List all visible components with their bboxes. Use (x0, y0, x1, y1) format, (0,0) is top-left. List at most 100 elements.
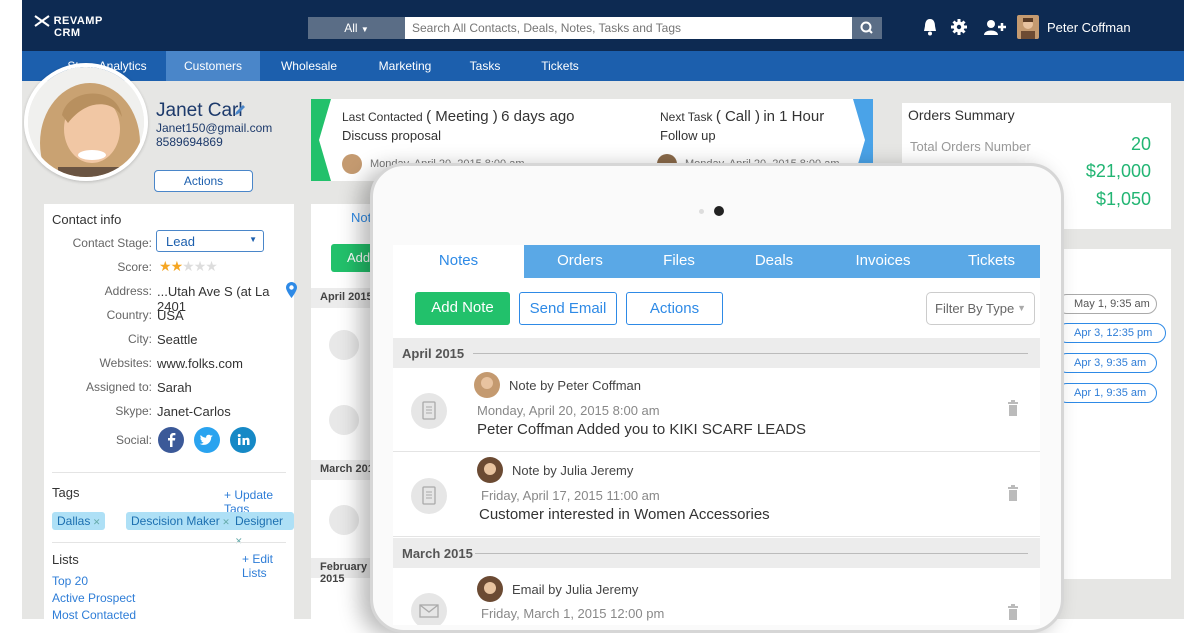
list-item[interactable]: Note by Peter Coffman Monday, April 20, … (393, 368, 1040, 452)
star-icon[interactable]: ★ (159, 258, 172, 274)
remove-tag-icon[interactable]: ✕ (220, 517, 230, 527)
last-contacted-label: Last Contacted (342, 110, 423, 124)
note-author: Note by Peter Coffman (509, 378, 641, 393)
app-logo[interactable]: REVAMP CRM (34, 14, 103, 39)
task-date-pill[interactable]: Apr 3, 12:35 pm (1057, 323, 1166, 343)
nav-tickets[interactable]: Tickets (534, 51, 586, 81)
tag-chip[interactable]: Dallas ✕ (52, 512, 106, 530)
edit-pencil-icon[interactable] (233, 103, 247, 117)
search-icon (860, 21, 873, 34)
user-avatar[interactable] (1017, 15, 1039, 39)
trash-icon[interactable] (1007, 485, 1019, 501)
tag-chip[interactable]: Descision Maker ✕ (126, 512, 235, 530)
star-icon[interactable]: ★ (205, 258, 218, 274)
assigned-label: Assigned to: (85, 380, 152, 394)
next-task-line: Next Task ( Call ) in 1 Hour (660, 108, 824, 125)
score-label: Score: (117, 260, 152, 274)
last-contacted-type: ( Meeting ) (426, 108, 498, 125)
next-task-label: Next Task (660, 110, 713, 124)
divider (52, 472, 286, 473)
last-contacted-line: Last Contacted ( Meeting ) 6 days ago (342, 108, 575, 125)
tab-files[interactable]: Files (633, 245, 725, 278)
tab-notes[interactable]: Notes (393, 245, 524, 278)
tags-title: Tags (52, 485, 80, 500)
add-note-button[interactable]: Add Note (415, 292, 510, 325)
orders-average-value: $1,050 (1095, 189, 1151, 209)
logo-icon (34, 15, 50, 27)
month-label: April 2015 (402, 346, 465, 361)
tablet-screen: Notes Orders Files Deals Invoices Ticket… (393, 245, 1040, 625)
note-icon (329, 405, 359, 435)
contact-name: Janet Carl (156, 100, 243, 121)
list-item[interactable]: Email by Julia Jeremy Friday, March 1, 2… (393, 568, 1040, 625)
list-item[interactable]: Active Prospect (52, 591, 135, 605)
score-stars[interactable]: ★★★★★ (159, 258, 218, 275)
divider (52, 542, 286, 543)
remove-tag-icon[interactable]: ✕ (235, 536, 243, 546)
last-contacted-subject: Discuss proposal (342, 128, 441, 143)
star-icon[interactable]: ★ (171, 258, 184, 274)
tab-tickets[interactable]: Tickets (943, 245, 1040, 278)
email-icon (329, 505, 359, 535)
search-scope-dropdown[interactable]: All ▼ (308, 17, 405, 39)
caret-down-icon: ▼ (249, 235, 257, 244)
linkedin-icon[interactable] (230, 427, 256, 453)
task-date-pill[interactable]: May 1, 9:35 am (1057, 294, 1157, 314)
search-button[interactable] (852, 17, 882, 39)
actions-button[interactable]: Actions (626, 292, 723, 325)
note-date: Friday, April 17, 2015 11:00 am (481, 488, 660, 503)
caret-down-icon: ▼ (360, 25, 369, 34)
nav-tasks[interactable]: Tasks (462, 51, 508, 81)
add-user-icon[interactable] (981, 16, 1007, 38)
avatar (474, 372, 500, 398)
task-date-pill[interactable]: Apr 3, 9:35 am (1057, 353, 1157, 373)
list-item[interactable]: Top 20 (52, 574, 88, 588)
star-icon[interactable]: ★ (194, 258, 207, 274)
tag-chip[interactable]: Designer ✕ (230, 512, 294, 546)
email-icon (411, 593, 447, 625)
star-icon[interactable]: ★ (182, 258, 195, 274)
bell-icon[interactable] (919, 16, 941, 38)
month-header: March 2015 (393, 538, 1040, 568)
contact-phone[interactable]: 8589694869 (156, 135, 223, 149)
contact-actions-button[interactable]: Actions (154, 170, 253, 192)
lists-title: Lists (52, 552, 79, 567)
websites-value[interactable]: www.folks.com (157, 356, 243, 371)
task-date-pill[interactable]: Apr 1, 9:35 am (1057, 383, 1157, 403)
trash-icon[interactable] (1007, 604, 1019, 620)
last-contacted-when: 6 days ago (501, 108, 575, 125)
twitter-icon[interactable] (194, 427, 220, 453)
tab-orders[interactable]: Orders (527, 245, 633, 278)
map-pin-icon[interactable] (286, 282, 297, 298)
list-item[interactable]: Note by Julia Jeremy Friday, April 17, 2… (393, 453, 1040, 537)
contact-stage-select[interactable]: Lead ▼ (156, 230, 264, 252)
nav-customers[interactable]: Customers (166, 51, 260, 81)
facebook-icon[interactable] (158, 427, 184, 453)
note-icon (411, 393, 447, 429)
note-text: Peter Coffman Added you to KIKI SCARF LE… (477, 421, 807, 438)
orders-summary-title: Orders Summary (908, 107, 1015, 123)
contact-email[interactable]: Janet150@gmail.com (156, 121, 272, 135)
remove-tag-icon[interactable]: ✕ (90, 517, 101, 527)
nav-marketing[interactable]: Marketing (370, 51, 440, 81)
trash-icon[interactable] (1007, 400, 1019, 416)
tag-label: Designer (235, 514, 284, 528)
edit-lists-link[interactable]: + Edit Lists (242, 552, 294, 580)
month-label: March 2015 (402, 546, 473, 561)
contact-info-title: Contact info (52, 212, 122, 227)
nav-wholesale[interactable]: Wholesale (274, 51, 344, 81)
contact-stage-value: Lead (166, 234, 195, 249)
total-orders-label: Total Orders Number (910, 139, 1031, 154)
tab-deals[interactable]: Deals (725, 245, 823, 278)
send-email-button[interactable]: Send Email (519, 292, 617, 325)
user-name[interactable]: Peter Coffman (1047, 20, 1131, 35)
country-value: USA (157, 308, 184, 323)
gear-icon[interactable] (948, 16, 970, 38)
avatar (477, 457, 503, 483)
filter-by-type-select[interactable]: Filter By Type ▼ (926, 292, 1035, 325)
tag-label: Descision Maker (131, 514, 220, 528)
chevron-left-icon[interactable] (311, 99, 331, 181)
list-item[interactable]: Most Contacted (52, 608, 136, 619)
tab-invoices[interactable]: Invoices (823, 245, 943, 278)
search-input[interactable] (405, 17, 852, 39)
